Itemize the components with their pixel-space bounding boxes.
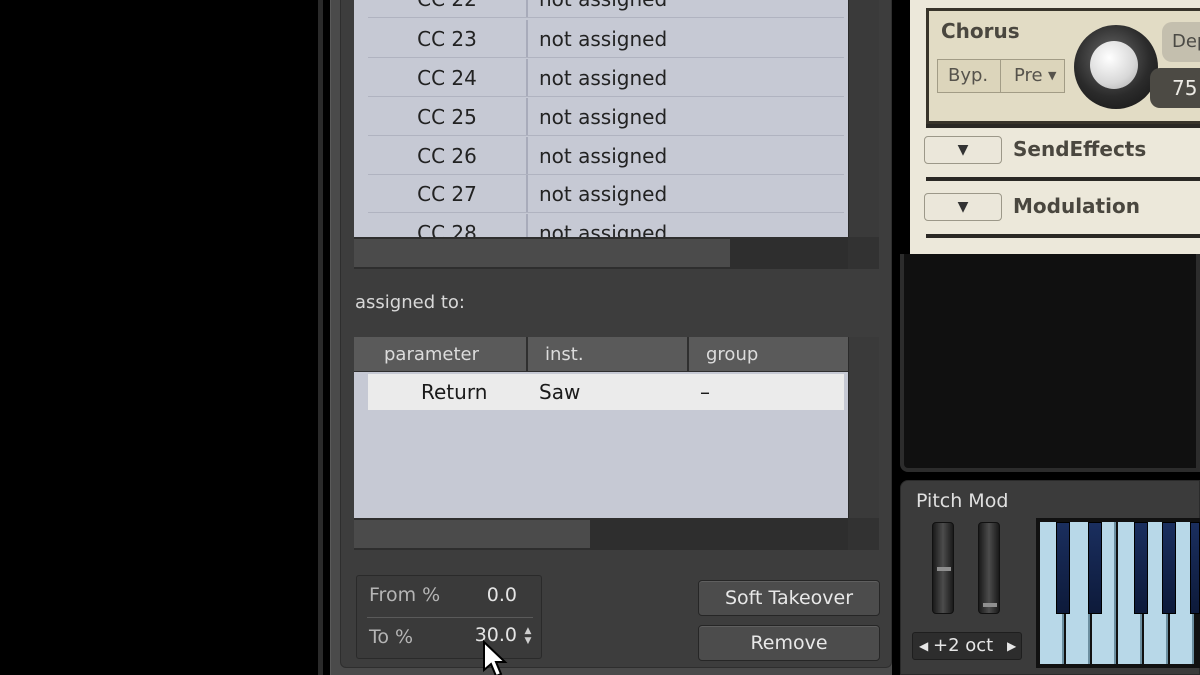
send-effects-expand-button[interactable]: ▼ [924, 136, 1002, 164]
chorus-title: Chorus [941, 19, 1020, 43]
assigned-horizontal-scrollbar[interactable] [354, 518, 848, 550]
cc-row[interactable]: CC 26 not assigned [368, 137, 844, 175]
octave-up-icon[interactable]: ▶ [1007, 633, 1016, 659]
cc-row[interactable]: CC 22 not assigned [368, 0, 844, 18]
cc-number: CC 23 [368, 20, 528, 57]
cc-list-vertical-scrollbar[interactable] [848, 0, 879, 237]
modulation-expand-button[interactable]: ▼ [924, 193, 1002, 221]
section-divider [926, 177, 1200, 181]
cc-list-table[interactable]: CC 22 not assigned CC 23 not assigned CC… [354, 0, 848, 237]
depth-value[interactable]: 75 [1150, 68, 1200, 108]
cc-number: CC 24 [368, 59, 528, 96]
modulation-label: Modulation [1013, 194, 1140, 218]
black-key[interactable] [1190, 522, 1200, 614]
cc-status: not assigned [539, 0, 667, 18]
black-key[interactable] [1162, 522, 1176, 614]
black-key[interactable] [1088, 522, 1102, 614]
assigned-to-label: assigned to: [355, 292, 465, 313]
cc-row[interactable]: CC 28 not assigned [368, 214, 844, 237]
cc-number: CC 27 [368, 175, 528, 212]
cc-status: not assigned [539, 105, 668, 129]
chevron-down-icon: ▼ [1048, 69, 1057, 82]
section-divider [926, 234, 1200, 238]
black-key[interactable] [1056, 522, 1070, 614]
column-divider[interactable] [526, 337, 528, 372]
cc-number: CC 28 [368, 214, 528, 237]
cc-row[interactable]: CC 24 not assigned [368, 59, 844, 97]
cell-parameter: Return [421, 380, 488, 404]
to-label: To % [369, 626, 414, 648]
divider [367, 617, 533, 618]
cc-status: not assigned [539, 221, 668, 237]
cc-status: not assigned [539, 144, 668, 168]
octave-down-icon[interactable]: ◀ [919, 633, 928, 659]
range-box: From % 0.0 To % 30.0 ▲ ▼ [356, 575, 542, 659]
divider [1000, 60, 1001, 92]
cell-group: – [700, 380, 710, 404]
wheel-marker [937, 567, 951, 571]
instrument-body [900, 254, 1200, 472]
window-edge [318, 0, 323, 675]
cc-status: not assigned [539, 182, 668, 206]
scroll-corner [848, 518, 879, 550]
soft-takeover-button[interactable]: Soft Takeover [698, 580, 880, 616]
cc-number: CC 26 [368, 137, 528, 174]
section-divider [926, 124, 1200, 128]
piano-keyboard[interactable] [1036, 518, 1200, 668]
column-header-group[interactable]: group [706, 337, 758, 372]
scroll-corner [848, 237, 879, 269]
octave-value: +2 oct [933, 635, 994, 656]
depth-knob[interactable] [1074, 25, 1158, 109]
cc-number: CC 22 [368, 0, 528, 17]
scrollbar-thumb[interactable] [354, 239, 730, 267]
assigned-vertical-scrollbar[interactable] [848, 337, 879, 518]
cc-row[interactable]: CC 25 not assigned [368, 98, 844, 136]
chorus-controls: Byp. Pre ▼ [937, 59, 1065, 93]
bypass-button[interactable]: Byp. [948, 60, 988, 92]
mouse-cursor-icon [483, 640, 508, 675]
cc-status: not assigned [539, 27, 668, 51]
to-value-stepper[interactable]: ▲ ▼ [523, 626, 533, 650]
cc-status: not assigned [539, 66, 668, 90]
from-label: From % [369, 584, 441, 606]
cell-inst: Saw [539, 380, 581, 404]
send-effects-label: SendEffects [1013, 137, 1147, 161]
black-key[interactable] [1134, 522, 1148, 614]
depth-label: Dep [1162, 22, 1200, 62]
from-value-field[interactable]: 0.0 [487, 584, 517, 606]
scrollbar-thumb[interactable] [354, 520, 590, 548]
column-header-parameter[interactable]: parameter [384, 337, 479, 372]
wheel-marker [983, 603, 997, 607]
pitch-mod-label: Pitch Mod [916, 490, 1009, 512]
cc-row[interactable]: CC 27 not assigned [368, 175, 844, 213]
pitch-wheel[interactable] [932, 522, 954, 614]
knob-cap [1090, 41, 1138, 89]
assigned-table-body: Return Saw – [354, 372, 848, 518]
column-header-inst[interactable]: inst. [545, 337, 584, 372]
chevron-down-icon: ▼ [957, 142, 969, 158]
octave-selector[interactable]: ◀ +2 oct ▶ [912, 632, 1022, 660]
chevron-down-icon: ▼ [957, 199, 969, 215]
cc-list-horizontal-scrollbar[interactable] [354, 237, 848, 269]
assigned-table-header: parameter inst. group [354, 337, 848, 372]
cc-number: CC 25 [368, 98, 528, 135]
cc-row[interactable]: CC 23 not assigned [368, 20, 844, 58]
table-row[interactable]: Return Saw – [368, 374, 844, 410]
column-divider[interactable] [687, 337, 689, 372]
remove-button[interactable]: Remove [698, 625, 880, 661]
pre-dropdown[interactable]: Pre [1014, 60, 1043, 92]
mod-wheel[interactable] [978, 522, 1000, 614]
